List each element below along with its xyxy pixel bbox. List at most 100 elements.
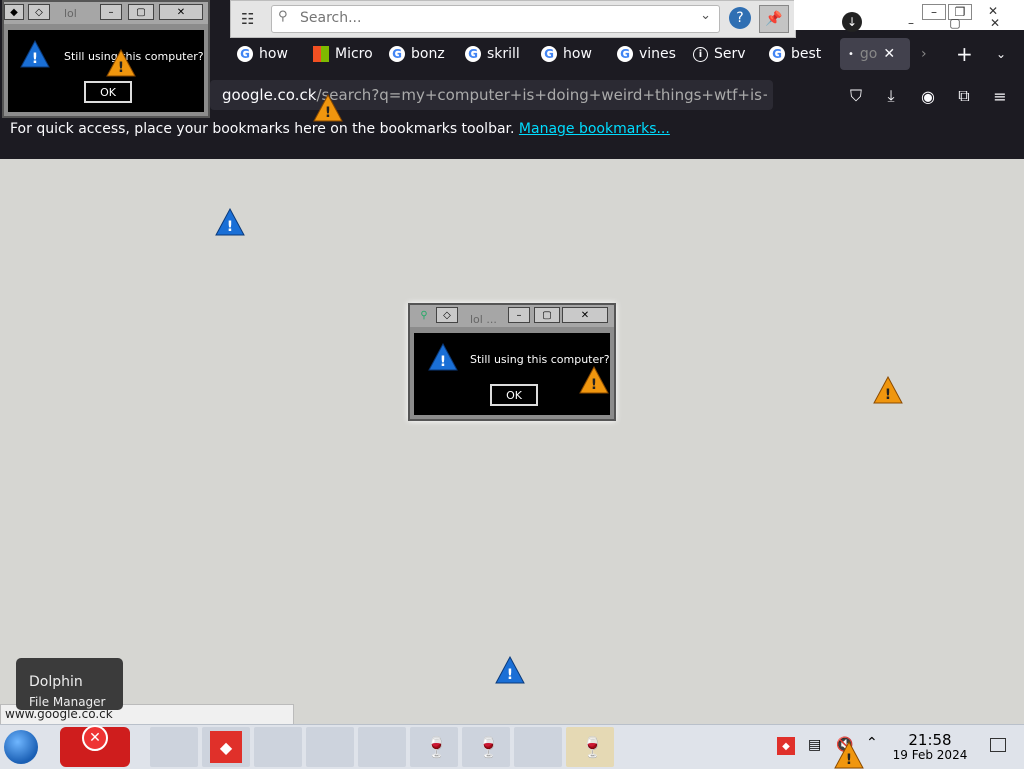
info-icon: i	[693, 46, 708, 62]
start-menu-icon[interactable]	[4, 730, 38, 764]
show-desktop-icon[interactable]	[990, 738, 1006, 752]
tab-3[interactable]: Gbonz	[389, 38, 449, 70]
wine-app-1-icon[interactable]	[306, 727, 354, 767]
svg-text:!: !	[32, 51, 38, 67]
maximize-icon[interactable]: ▢	[944, 16, 966, 30]
warning-icon-orange: !	[313, 94, 343, 122]
dolphin-tooltip: Dolphin File Manager	[16, 658, 123, 710]
warning-icon-orange: !	[579, 366, 609, 394]
maximize-button[interactable]: ▢	[534, 307, 560, 323]
download-icon[interactable]: ⤓	[881, 86, 901, 106]
tooltip-title: Dolphin	[29, 674, 83, 690]
tab-list-icon[interactable]: ⌄	[996, 38, 1016, 70]
wine-glass-2-icon[interactable]: 🍷	[462, 727, 510, 767]
wine-app-2-icon[interactable]	[358, 727, 406, 767]
chevron-up-icon[interactable]: ⌃	[866, 735, 878, 751]
help-icon[interactable]: ?	[729, 7, 751, 29]
extensions-icon[interactable]: ⧉	[954, 86, 974, 106]
tab-active[interactable]: • go ✕	[840, 38, 910, 70]
warning-icon-orange: !	[106, 49, 136, 77]
dialog-titlebar: ⚲ ◇ lol ... – ▢ ✕	[410, 305, 614, 327]
notes-app-icon[interactable]	[514, 727, 562, 767]
minimize-button[interactable]: –	[508, 307, 530, 323]
dialog-titlebar: ◆ ◇ lol – ▢ ✕	[4, 2, 208, 24]
new-tab-icon[interactable]: +	[956, 38, 976, 70]
search-input[interactable]	[298, 9, 682, 27]
tab-4[interactable]: Gskrill	[465, 38, 525, 70]
svg-text:!: !	[325, 105, 331, 121]
dialog-message: Still using this computer?	[470, 353, 610, 366]
close-button[interactable]: ✕	[159, 4, 203, 20]
close-button[interactable]: ✕	[562, 307, 608, 323]
google-icon: G	[389, 46, 405, 62]
svg-text:!: !	[591, 377, 597, 393]
window-controls-bar: ↓ – ❐ ✕ – ▢ ✕	[794, 0, 1024, 32]
minimize-button[interactable]: –	[100, 4, 122, 20]
tab-6[interactable]: Gvines	[617, 38, 677, 70]
google-icon: G	[237, 46, 253, 62]
warning-icon-orange: !	[873, 376, 903, 404]
manage-bookmarks-link[interactable]: Manage bookmarks...	[519, 121, 670, 137]
app-icon: ◆	[4, 4, 24, 20]
scroll-tabs-right-icon[interactable]: ›	[921, 38, 941, 70]
svg-text:!: !	[885, 387, 891, 403]
google-icon: G	[769, 46, 785, 62]
menu-icon[interactable]: ≡	[990, 86, 1010, 106]
taskbar: ✕ ◆ 🍷 🍷 🍷 ◆ ▤ 🔇 ! ⌃ 21:58 19 Feb 2024	[0, 724, 1024, 769]
media-app-icon[interactable]	[254, 727, 302, 767]
download-arrow-icon[interactable]: ↓	[842, 12, 862, 32]
account-icon[interactable]: ◉	[918, 86, 938, 106]
ok-button[interactable]: OK	[84, 81, 132, 103]
tab-strip: Ghow Micro Gbonz Gskrill Ghow Gvines i Se…	[225, 36, 1024, 72]
minimize-icon[interactable]: –	[900, 16, 922, 30]
wine-glass-1-icon[interactable]: 🍷	[410, 727, 458, 767]
dialog-title: lol ...	[470, 313, 497, 326]
chevron-down-icon[interactable]: ⌄	[700, 8, 711, 23]
tab-8[interactable]: Gbest	[769, 38, 829, 70]
warning-icon-orange: !	[834, 741, 864, 769]
microsoft-icon	[313, 46, 329, 62]
error-icon: ✕	[82, 725, 108, 751]
dialog-title: lol	[64, 7, 77, 20]
anydesk-app-icon[interactable]: ◆	[202, 727, 250, 767]
tooltip-subtitle: File Manager	[29, 695, 106, 709]
svg-text:!: !	[118, 60, 124, 76]
search-field[interactable]: ⚲ ⌄	[271, 5, 720, 33]
clock-date[interactable]: 19 Feb 2024	[892, 748, 968, 762]
bookmarks-toolbar: For quick access, place your bookmarks h…	[0, 117, 1024, 141]
svg-text:!: !	[846, 752, 852, 768]
url-domain: google.co.ck	[222, 86, 317, 104]
ok-button[interactable]: OK	[490, 384, 538, 406]
svg-text:!: !	[507, 667, 513, 683]
warning-icon-blue: !	[495, 656, 525, 684]
pin-window-icon[interactable]: ◇	[28, 4, 50, 20]
pocket-icon[interactable]: ⛉	[846, 86, 866, 106]
close-icon[interactable]: ✕	[984, 16, 1006, 30]
url-path: /search?q=my+computer+is+doing+weird+thi…	[316, 86, 767, 104]
network-app-icon[interactable]	[150, 727, 198, 767]
svg-text:!: !	[440, 354, 446, 370]
url-bar[interactable]: google.co.ck/search?q=my+computer+is+doi…	[210, 80, 773, 110]
google-icon: G	[465, 46, 481, 62]
loading-icon: •	[848, 48, 854, 60]
google-icon: G	[541, 46, 557, 62]
svg-text:!: !	[227, 219, 233, 235]
tab-2[interactable]: Micro	[313, 38, 373, 70]
clock-time[interactable]: 21:58	[900, 731, 960, 749]
minimize-button[interactable]: –	[922, 4, 946, 20]
maximize-button[interactable]: ▢	[128, 4, 154, 20]
tab-1[interactable]: Ghow	[237, 38, 297, 70]
close-tab-icon[interactable]: ✕	[883, 46, 895, 62]
pin-icon[interactable]: 📌	[759, 5, 789, 33]
tab-5[interactable]: Ghow	[541, 38, 601, 70]
anydesk-tray-icon[interactable]: ◆	[777, 737, 795, 755]
app-icon: ⚲	[420, 309, 428, 321]
warning-icon-blue: !	[20, 40, 50, 68]
warning-icon-blue: !	[215, 208, 245, 236]
google-icon: G	[617, 46, 633, 62]
wine-glass-3-icon[interactable]: 🍷	[566, 727, 614, 767]
settings-sliders-icon[interactable]: ☷	[241, 10, 254, 28]
clipboard-tray-icon[interactable]: ▤	[808, 737, 821, 753]
tab-7[interactable]: i Serv	[693, 38, 753, 70]
pin-window-icon[interactable]: ◇	[436, 307, 458, 323]
